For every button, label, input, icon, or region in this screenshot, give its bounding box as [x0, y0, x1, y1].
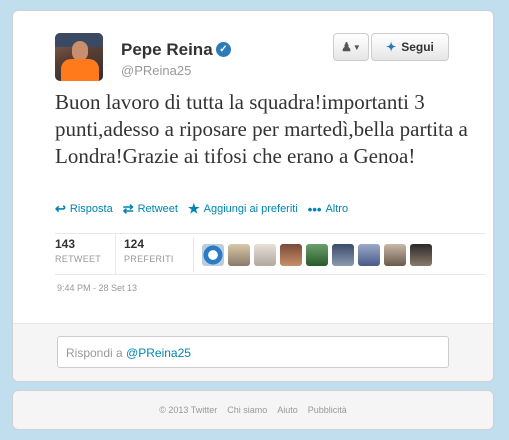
profile-handle[interactable]: @PReina25: [121, 63, 191, 78]
tweet-stats: 143 RETWEET 124 PREFERITI: [55, 233, 485, 275]
avatar[interactable]: [280, 244, 302, 266]
avatar[interactable]: [228, 244, 250, 266]
footer-link-about[interactable]: Chi siamo: [227, 405, 267, 415]
follow-label: Segui: [401, 40, 434, 54]
reply-input[interactable]: Rispondi a @PReina25: [57, 336, 449, 368]
avatar[interactable]: [332, 244, 354, 266]
chevron-down-icon: ▼: [352, 42, 361, 52]
avatar[interactable]: [202, 244, 224, 266]
verified-icon: ✓: [216, 42, 231, 57]
avatar[interactable]: [410, 244, 432, 266]
tweet-timestamp[interactable]: 9:44 PM - 28 Set 13: [57, 283, 137, 293]
footer: © 2013 Twitter Chi siamo Aiuto Pubblicit…: [12, 390, 494, 430]
profile-name[interactable]: Pepe Reina: [121, 40, 213, 60]
retweet-action[interactable]: ⇄ Retweet: [123, 201, 178, 217]
more-action[interactable]: ••• Altro: [308, 202, 348, 217]
star-icon: ★: [187, 201, 200, 216]
bird-icon: ✦: [386, 40, 397, 54]
footer-copyright: © 2013 Twitter: [159, 405, 218, 415]
tweet-actions: ↩ Risposta ⇄ Retweet ★ Aggiungi ai prefe…: [55, 201, 358, 217]
reply-area: Rispondi a @PReina25: [13, 323, 493, 381]
user-icon: ♟: [341, 40, 352, 54]
retweet-icon: ⇄: [122, 201, 134, 216]
avatar[interactable]: [55, 33, 103, 81]
avatar[interactable]: [384, 244, 406, 266]
avatar[interactable]: [254, 244, 276, 266]
tweet-text: Buon lavoro di tutta la squadra!importan…: [55, 90, 468, 168]
footer-link-advertising[interactable]: Pubblicità: [308, 405, 347, 415]
more-icon: •••: [307, 201, 322, 217]
retweet-count[interactable]: 143 RETWEET: [55, 234, 115, 274]
avatar[interactable]: [306, 244, 328, 266]
favorite-action[interactable]: ★ Aggiungi ai preferiti: [188, 201, 298, 217]
reply-action[interactable]: ↩ Risposta: [55, 201, 113, 217]
footer-link-help[interactable]: Aiuto: [277, 405, 298, 415]
favorite-count[interactable]: 124 PREFERITI: [115, 234, 185, 274]
favoriter-avatars: [193, 238, 436, 272]
tweet-card: Pepe Reina ✓ @PReina25 ♟ ▼ ✦ Segui Buon …: [12, 10, 494, 382]
avatar[interactable]: [358, 244, 380, 266]
reply-icon: ↩: [55, 201, 66, 216]
user-actions-button[interactable]: ♟ ▼: [333, 33, 369, 61]
follow-button[interactable]: ✦ Segui: [371, 33, 449, 61]
